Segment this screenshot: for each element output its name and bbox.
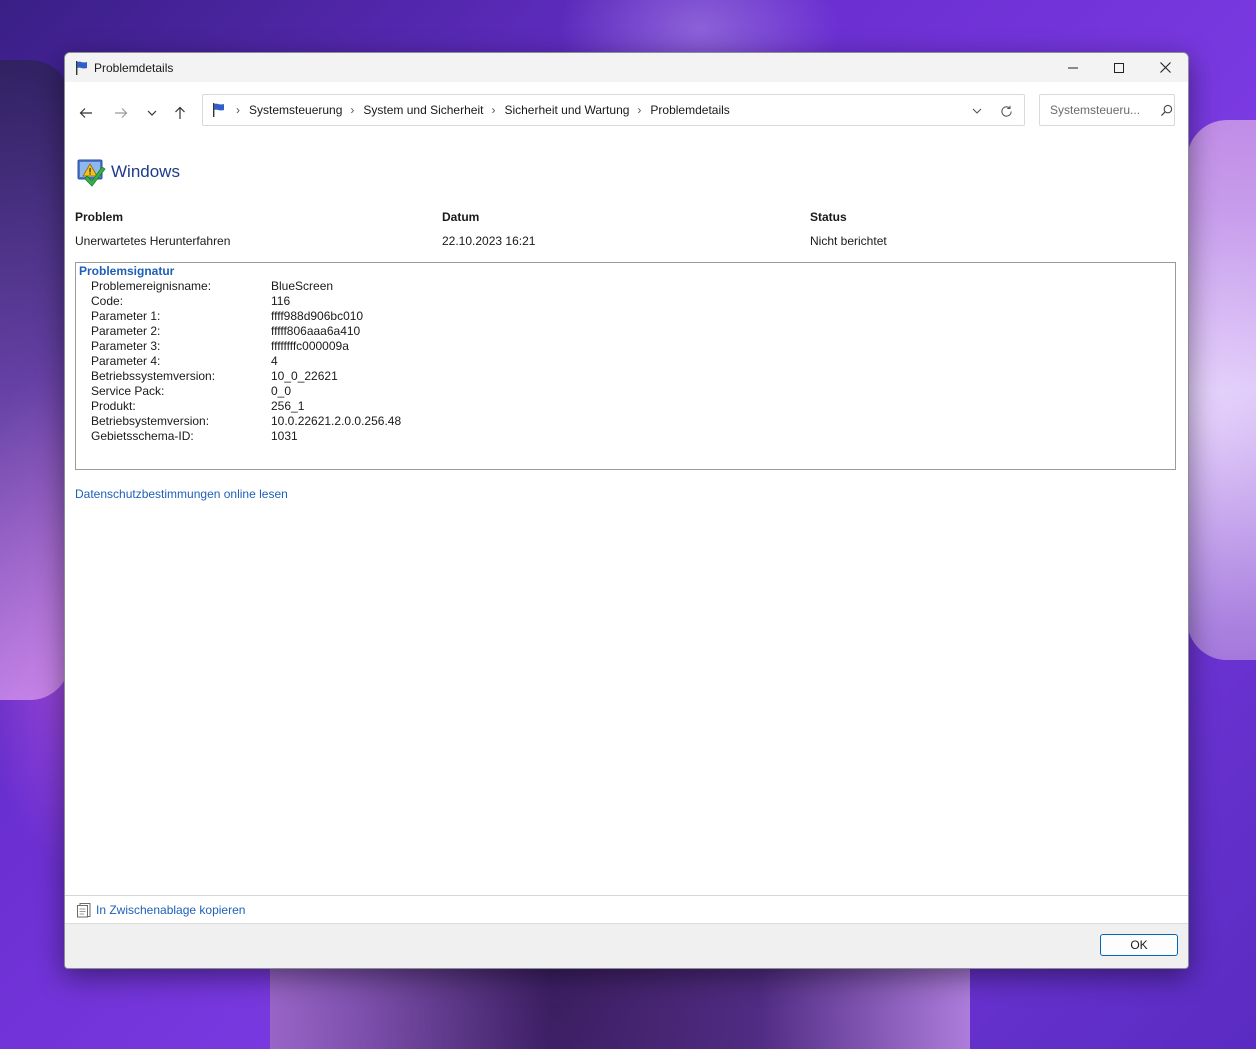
breadcrumb-separator-icon: › [491,103,496,117]
chevron-down-icon [972,108,982,114]
signature-row: Parameter 1: ffff988d906bc010 [91,309,401,324]
signature-key: Service Pack: [91,384,165,398]
window-title: Problemdetails [94,60,174,75]
back-button[interactable] [75,102,97,124]
wallpaper-figure-left [0,60,70,700]
address-dropdown-button[interactable] [970,104,984,118]
flag-icon [76,60,87,75]
breadcrumb-sicherheit-und-wartung[interactable]: Sicherheit und Wartung [504,103,629,117]
title-bar[interactable]: Problemdetails [65,53,1188,82]
privacy-link[interactable]: Datenschutzbestimmungen online lesen [75,487,288,501]
problem-signature-box: Problemsignatur Problemereignisname: Blue… [75,262,1176,470]
signature-value: 4 [271,354,278,368]
signature-value: fffff806aaa6a410 [271,324,361,338]
signature-row: Problemereignisname: BlueScreen [91,279,401,294]
problem-details-window: Problemdetails › Systemsteuerung › Syste… [64,52,1189,969]
signature-value: 0_0 [271,384,292,398]
signature-row: Code: 116 [91,294,401,309]
status-value: Nicht berichtet [810,234,887,248]
wallpaper-figure-right [1187,120,1256,660]
copy-to-clipboard-link[interactable]: In Zwischenablage kopieren [96,903,245,917]
signature-key: Parameter 3: [91,339,161,353]
breadcrumb-separator-icon: › [236,103,240,117]
close-button[interactable] [1142,53,1188,82]
content-area: Windows Problem Unerwartetes Herunterfah… [65,140,1188,895]
signature-list: Problemereignisname: BlueScreen Code: 116 Pa… [91,279,401,444]
signature-row: Parameter 3: ffffffffc000009a [91,339,401,354]
breadcrumb: › Systemsteuerung › System und Sicherhei… [236,103,730,117]
arrow-right-icon [115,108,128,118]
signature-value: 256_1 [271,399,305,413]
problem-signature-title: Problemsignatur [79,264,175,278]
search-input[interactable] [1048,102,1148,118]
forward-button[interactable] [110,102,132,124]
chevron-down-icon [147,110,157,116]
signature-key: Parameter 2: [91,324,161,338]
problem-column: Problem Unerwartetes Herunterfahren [75,210,230,248]
product-title: Windows [111,162,180,181]
minimize-icon [1068,67,1078,68]
footer: OK [65,923,1188,968]
date-header: Datum [442,210,480,224]
flag-icon [213,103,224,117]
signature-key: Gebietsschema-ID: [91,429,194,443]
product-heading: Windows [75,156,180,188]
problem-value: Unerwartetes Herunterfahren [75,234,231,248]
maximize-icon [1114,62,1124,73]
breadcrumb-separator-icon: › [637,103,642,117]
recent-locations-button[interactable] [141,102,163,124]
close-icon [1159,62,1171,73]
signature-row: Parameter 4: 4 [91,354,401,369]
status-column: Status Nicht berichtet [810,210,887,248]
signature-value: ffff988d906bc010 [271,309,364,323]
signature-value: ffffffffc000009a [271,339,349,353]
signature-value: 116 [271,294,291,308]
signature-key: Betriebsystemversion: [91,414,210,428]
signature-row: Service Pack: 0_0 [91,384,401,399]
maximize-button[interactable] [1096,53,1142,82]
navigation-bar: › Systemsteuerung › System und Sicherhei… [65,82,1188,140]
minimize-button[interactable] [1050,53,1096,82]
search-icon[interactable] [1160,104,1173,117]
signature-key: Problemereignisname: [91,279,212,293]
problem-header: Problem [75,210,124,224]
windows-security-icon [77,159,106,187]
signature-key: Parameter 1: [91,309,161,323]
wallpaper-figure-bottom [270,967,970,1049]
signature-row: Produkt: 256_1 [91,399,401,414]
signature-key: Betriebssystemversion: [91,369,216,383]
signature-row: Betriebsystemversion: 10.0.22621.2.0.0.25… [91,414,401,429]
status-header: Status [810,210,847,224]
ok-button[interactable]: OK [1100,934,1178,956]
signature-value: 10_0_22621 [271,369,338,383]
breadcrumb-systemsteuerung[interactable]: Systemsteuerung [249,103,342,117]
date-column: Datum 22.10.2023 16:21 [442,210,535,248]
signature-row: Gebietsschema-ID: 1031 [91,429,401,444]
breadcrumb-separator-icon: › [350,103,355,117]
date-value: 22.10.2023 16:21 [442,234,536,248]
refresh-icon [1000,105,1012,117]
signature-value: BlueScreen [271,279,334,293]
breadcrumb-problemdetails[interactable]: Problemdetails [650,103,729,117]
clipboard-copy-icon[interactable] [76,902,92,918]
signature-row: Parameter 2: fffff806aaa6a410 [91,324,401,339]
signature-value: 10.0.22621.2.0.0.256.48 [271,414,402,428]
copy-bar: In Zwischenablage kopieren [65,895,1188,924]
search-box[interactable] [1039,94,1175,126]
arrow-up-icon [175,106,185,119]
refresh-button[interactable] [998,103,1014,119]
signature-key: Produkt: [91,399,136,413]
signature-key: Parameter 4: [91,354,161,368]
address-bar[interactable]: › Systemsteuerung › System und Sicherhei… [202,94,1025,126]
signature-value: 1031 [271,429,298,443]
signature-row: Betriebssystemversion: 10_0_22621 [91,369,401,384]
signature-key: Code: [91,294,124,308]
arrow-left-icon [79,108,92,118]
up-button[interactable] [169,102,191,124]
breadcrumb-system-und-sicherheit[interactable]: System und Sicherheit [363,103,483,117]
